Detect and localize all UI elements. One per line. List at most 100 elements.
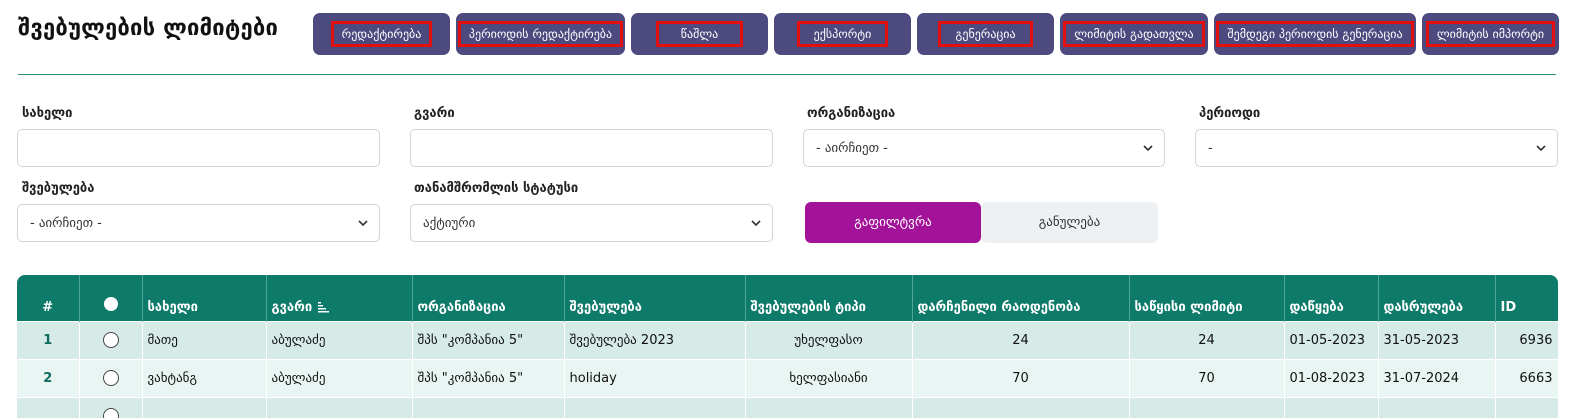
col-header-start[interactable]: დაწყება <box>1284 275 1379 321</box>
export-button-label: ექსპორტი <box>796 21 889 47</box>
row-organization: შპს "კომპანია 5" <box>412 358 565 397</box>
edit-button[interactable]: რედაქტირება <box>313 13 450 55</box>
edit-period-button-label: პერიოდის რედაქტირება <box>457 21 624 47</box>
row-cell <box>564 396 746 418</box>
col-header-select[interactable] <box>79 275 143 321</box>
row-name: მათე <box>142 320 267 359</box>
row-select-radio[interactable] <box>102 332 119 348</box>
row-leave: შვებულება 2023 <box>564 320 746 359</box>
row-initial-limit: 24 <box>1129 320 1285 359</box>
recalculate-limit-button-label: ლიმიტის გადათვლა <box>1063 21 1205 47</box>
row-cell <box>1284 396 1379 418</box>
row-end: 31-07-2024 <box>1378 358 1496 397</box>
row-select-cell[interactable] <box>79 396 143 418</box>
row-cell <box>1495 396 1558 418</box>
name-label: სახელი <box>22 106 73 121</box>
row-leave-type: უხელფასო <box>745 320 913 359</box>
row-cell <box>142 396 267 418</box>
col-header-leave-type[interactable]: შვებულების ტიპი <box>745 275 913 321</box>
leave-select[interactable]: - აირჩიეთ - <box>17 204 380 242</box>
surname-label: გვარი <box>414 106 455 121</box>
delete-button[interactable]: წაშლა <box>631 13 768 55</box>
generate-next-period-button-label: შემდეგი პერიოდის გენერაცია <box>1216 21 1414 47</box>
chevron-down-icon <box>1143 145 1153 152</box>
col-header-organization[interactable]: ორგანიზაცია <box>412 275 565 321</box>
row-cell <box>412 396 565 418</box>
period-select[interactable]: - <box>1195 129 1558 167</box>
row-num: 2 <box>17 358 80 397</box>
status-label: თანამშრომლის სტატუსი <box>414 181 579 196</box>
row-cell <box>745 396 913 418</box>
row-num: 1 <box>17 320 80 359</box>
row-organization: შპს "კომპანია 5" <box>412 320 565 359</box>
row-remaining: 70 <box>912 358 1130 397</box>
col-header-remaining[interactable]: დარჩენილი რაოდენობა <box>912 275 1130 321</box>
name-input[interactable] <box>17 129 380 167</box>
col-header-leave[interactable]: შვებულება <box>564 275 746 321</box>
row-start: 01-08-2023 <box>1284 358 1379 397</box>
organization-label: ორგანიზაცია <box>807 106 896 121</box>
period-label: პერიოდი <box>1199 106 1261 121</box>
col-header-surname[interactable]: გვარი <box>266 275 413 321</box>
chevron-down-icon <box>1536 145 1546 152</box>
page-title: შვებულების ლიმიტები <box>18 16 279 41</box>
table-row[interactable]: 1 მათე აბულაძე შპს "კომპანია 5" შვებულებ… <box>17 320 1558 359</box>
row-cell <box>912 396 1130 418</box>
row-cell <box>1129 396 1285 418</box>
col-header-num: # <box>17 275 80 321</box>
row-surname: აბულაძე <box>266 320 413 359</box>
period-select-value: - <box>1208 140 1213 156</box>
col-header-initial-limit[interactable]: საწყისი ლიმიტი <box>1129 275 1285 321</box>
row-num <box>17 396 80 418</box>
row-start: 01-05-2023 <box>1284 320 1379 359</box>
export-button[interactable]: ექსპორტი <box>774 13 911 55</box>
delete-button-label: წაშლა <box>655 21 744 47</box>
row-select-cell[interactable] <box>79 358 143 397</box>
col-header-name[interactable]: სახელი <box>142 275 267 321</box>
col-header-end[interactable]: დასრულება <box>1378 275 1496 321</box>
status-select-value: აქტიური <box>423 215 476 231</box>
edit-period-button[interactable]: პერიოდის რედაქტირება <box>456 13 625 55</box>
row-cell <box>266 396 413 418</box>
leave-select-value: - აირჩიეთ - <box>30 215 102 231</box>
generate-next-period-button[interactable]: შემდეგი პერიოდის გენერაცია <box>1214 13 1416 55</box>
surname-input[interactable] <box>410 129 773 167</box>
row-id: 6936 <box>1495 320 1558 359</box>
leave-label: შვებულება <box>22 181 95 196</box>
generate-button-label: გენერაცია <box>938 21 1033 47</box>
row-initial-limit: 70 <box>1129 358 1285 397</box>
limits-table: # სახელი გვარი ორგანიზაცია შვებულება შვე… <box>17 275 1558 418</box>
import-limit-button[interactable]: ლიმიტის იმპორტი <box>1422 13 1559 55</box>
row-leave-type: ხელფასიანი <box>745 358 913 397</box>
table-row[interactable]: 2 ვახტანგ აბულაძე შპს "კომპანია 5" holid… <box>17 358 1558 397</box>
reset-button[interactable]: განულება <box>981 202 1158 243</box>
col-header-id[interactable]: ID <box>1495 275 1558 321</box>
filter-button[interactable]: გაფილტვრა <box>805 202 981 243</box>
row-leave: holiday <box>564 358 746 397</box>
row-cell <box>1378 396 1496 418</box>
row-surname: აბულაძე <box>266 358 413 397</box>
row-remaining: 24 <box>912 320 1130 359</box>
organization-select[interactable]: - აირჩიეთ - <box>803 129 1165 167</box>
row-select-cell[interactable] <box>79 320 143 359</box>
col-header-surname-label: გვარი <box>271 299 313 315</box>
select-all-radio[interactable] <box>103 296 118 311</box>
table-header-row: # სახელი გვარი ორგანიზაცია შვებულება შვე… <box>17 275 1558 321</box>
row-end: 31-05-2023 <box>1378 320 1496 359</box>
table-row[interactable] <box>17 396 1558 418</box>
row-select-radio[interactable] <box>102 370 119 386</box>
edit-button-label: რედაქტირება <box>330 21 433 47</box>
header-divider <box>18 74 1556 75</box>
recalculate-limit-button[interactable]: ლიმიტის გადათვლა <box>1060 13 1208 55</box>
sort-icon[interactable] <box>318 301 330 313</box>
row-select-radio[interactable] <box>102 408 119 418</box>
chevron-down-icon <box>358 220 368 227</box>
status-select[interactable]: აქტიური <box>410 204 773 242</box>
row-id: 6663 <box>1495 358 1558 397</box>
toolbar: რედაქტირება პერიოდის რედაქტირება წაშლა ე… <box>313 13 1559 55</box>
generate-button[interactable]: გენერაცია <box>917 13 1054 55</box>
row-name: ვახტანგ <box>142 358 267 397</box>
import-limit-button-label: ლიმიტის იმპორტი <box>1425 21 1556 47</box>
chevron-down-icon <box>751 220 761 227</box>
organization-select-value: - აირჩიეთ - <box>816 140 888 156</box>
